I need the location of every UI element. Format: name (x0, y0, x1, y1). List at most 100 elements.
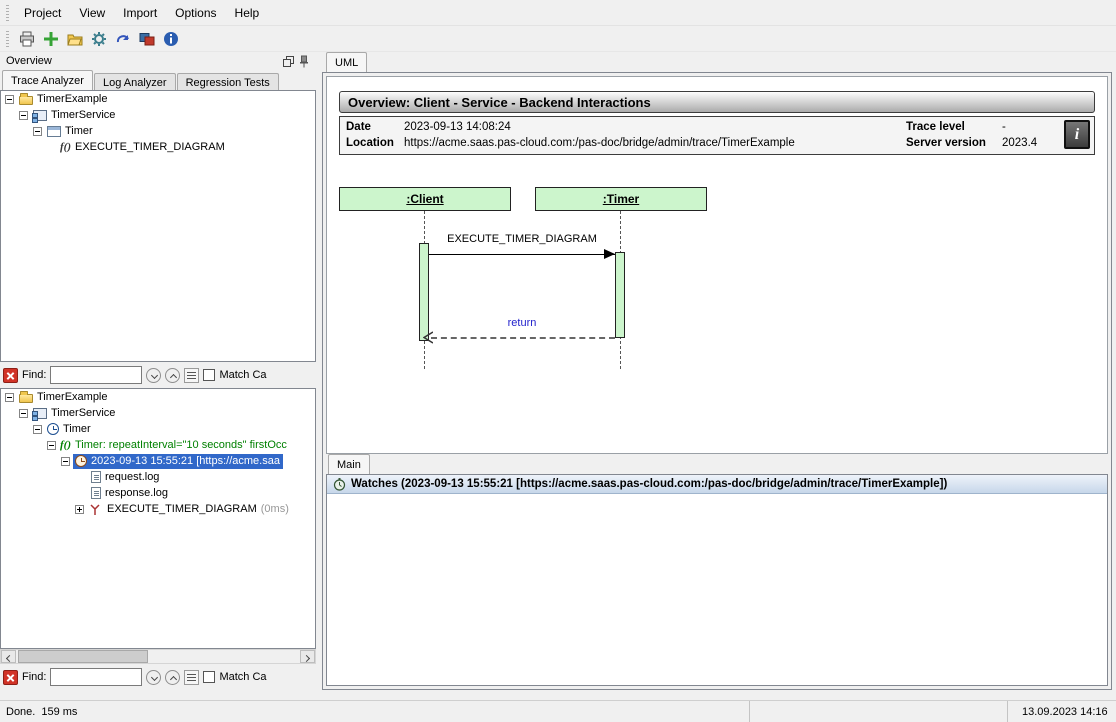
tree-row-request-log[interactable]: request.log (1, 469, 315, 485)
menu-view[interactable]: View (70, 2, 114, 24)
tree-item-label: EXECUTE_TIMER_DIAGRAM (107, 503, 257, 515)
undo-button[interactable] (111, 28, 135, 50)
scroll-left-arrow-icon[interactable] (1, 650, 16, 663)
match-case-label: Match Ca (219, 671, 266, 683)
find-previous-button[interactable] (165, 670, 180, 685)
duration-badge: (0ms) (261, 503, 289, 515)
clock-icon (47, 423, 59, 435)
tree-item-label: 2023-09-13 15:55:21 [https://acme.saa (91, 455, 280, 467)
tree-row-timerexample[interactable]: TimerExample (1, 389, 315, 405)
expander-collapse-icon[interactable] (47, 441, 56, 450)
watches-panel: Watches (2023-09-13 15:55:21 [https://ac… (326, 474, 1108, 686)
service-icon (33, 408, 47, 419)
find-options-button[interactable] (184, 670, 199, 685)
panel-title: Overview (6, 55, 52, 67)
lifeline-timer[interactable]: :Timer (535, 187, 707, 211)
tree-row-timer[interactable]: Timer (1, 421, 315, 437)
tree-row-execute-timer-diagram[interactable]: f() EXECUTE_TIMER_DIAGRAM (1, 139, 315, 155)
expander-collapse-icon[interactable] (19, 111, 28, 120)
stopwatch-icon (333, 478, 346, 491)
tab-trace-analyzer[interactable]: Trace Analyzer (2, 70, 93, 90)
menu-options[interactable]: Options (166, 2, 225, 24)
expander-expand-icon[interactable] (75, 505, 84, 514)
tree-row-response-log[interactable]: response.log (1, 485, 315, 501)
close-find-button[interactable] (3, 368, 18, 383)
pin-panel-button[interactable] (296, 54, 312, 68)
uml-tab-row: UML (322, 52, 1112, 72)
tree-item-label: TimerExample (37, 391, 108, 403)
menu-import[interactable]: Import (114, 2, 166, 24)
status-section-main: Done. 159 ms (0, 701, 750, 722)
tab-uml[interactable]: UML (326, 52, 367, 72)
expander-collapse-icon[interactable] (5, 393, 14, 402)
alarm-clock-icon (75, 455, 87, 467)
scrollbar-track[interactable] (16, 650, 300, 663)
tree-row-timerservice[interactable]: TimerService (1, 107, 315, 123)
location-value: https://acme.saas.pas-cloud.com:/pas-doc… (404, 137, 906, 149)
close-find-button[interactable] (3, 670, 18, 685)
tree-row-trace-timestamp[interactable]: 2023-09-13 15:55:21 [https://acme.saa (1, 453, 315, 469)
lifeline-client[interactable]: :Client (339, 187, 511, 211)
return-label[interactable]: return (429, 317, 615, 329)
expander-collapse-icon[interactable] (33, 127, 42, 136)
scroll-right-arrow-icon[interactable] (300, 650, 315, 663)
scrollbar-thumb[interactable] (18, 650, 148, 663)
tree-row-execute-timer-diagram[interactable]: EXECUTE_TIMER_DIAGRAM (0ms) (1, 501, 315, 517)
activation-bar-timer[interactable] (615, 252, 625, 338)
open-folder-icon (67, 31, 83, 47)
export-button[interactable] (135, 28, 159, 50)
watches-title: Watches (2023-09-13 15:55:21 [https://ac… (351, 478, 947, 490)
server-version-label: Server version (906, 137, 1002, 149)
overview-panel-header: Overview (0, 52, 316, 70)
message-label[interactable]: EXECUTE_TIMER_DIAGRAM (429, 233, 615, 245)
find-options-button[interactable] (184, 368, 199, 383)
tree-row-timer[interactable]: Timer (1, 123, 315, 139)
log-file-icon (91, 471, 101, 483)
match-case-checkbox[interactable] (203, 671, 215, 683)
print-icon (19, 31, 35, 47)
watches-tab-row: Main (326, 454, 1108, 474)
toolbar-grip-handle[interactable] (6, 31, 9, 47)
info-button[interactable] (159, 28, 183, 50)
menu-project[interactable]: Project (15, 2, 70, 24)
tree-item-label: response.log (105, 487, 168, 499)
sequence-diagram-icon (89, 503, 103, 516)
message-arrowhead-icon (604, 249, 615, 259)
menu-help[interactable]: Help (226, 2, 269, 24)
service-icon (33, 110, 47, 121)
export-icon (139, 31, 155, 47)
tree-row-timer-definition[interactable]: f() Timer: repeatInterval="10 seconds" f… (1, 437, 315, 453)
add-button[interactable] (39, 28, 63, 50)
open-button[interactable] (63, 28, 87, 50)
find-previous-button[interactable] (165, 368, 180, 383)
tree-item-label: EXECUTE_TIMER_DIAGRAM (75, 141, 225, 153)
float-panel-button[interactable] (280, 54, 296, 68)
find-next-button[interactable] (146, 670, 161, 685)
status-datetime: 13.09.2023 14:16 (1022, 706, 1108, 718)
status-section-clock: 13.09.2023 14:16 (1008, 701, 1116, 722)
find-next-button[interactable] (146, 368, 161, 383)
match-case-checkbox[interactable] (203, 369, 215, 381)
find-input[interactable] (50, 366, 142, 384)
find-label: Find: (22, 671, 46, 683)
activation-bar-client[interactable] (419, 243, 429, 341)
print-button[interactable] (15, 28, 39, 50)
window-icon (47, 126, 61, 137)
tab-main[interactable]: Main (328, 454, 370, 474)
expander-collapse-icon[interactable] (19, 409, 28, 418)
find-input[interactable] (50, 668, 142, 686)
settings-button[interactable] (87, 28, 111, 50)
tree-row-timerservice[interactable]: TimerService (1, 405, 315, 421)
horizontal-scrollbar[interactable] (0, 649, 316, 664)
expander-collapse-icon[interactable] (61, 457, 70, 466)
trace-details-button[interactable]: i (1064, 120, 1090, 149)
tree-row-timerexample[interactable]: TimerExample (1, 91, 315, 107)
expander-collapse-icon[interactable] (33, 425, 42, 434)
tab-log-analyzer[interactable]: Log Analyzer (94, 73, 176, 90)
sequence-diagram-view: Overview: Client - Service - Backend Int… (326, 76, 1108, 454)
log-file-icon (91, 487, 101, 499)
menu-grip-handle[interactable] (6, 5, 9, 21)
expander-collapse-icon[interactable] (5, 95, 14, 104)
uml-content: Overview: Client - Service - Backend Int… (322, 72, 1112, 690)
tab-regression-tests[interactable]: Regression Tests (177, 73, 279, 90)
